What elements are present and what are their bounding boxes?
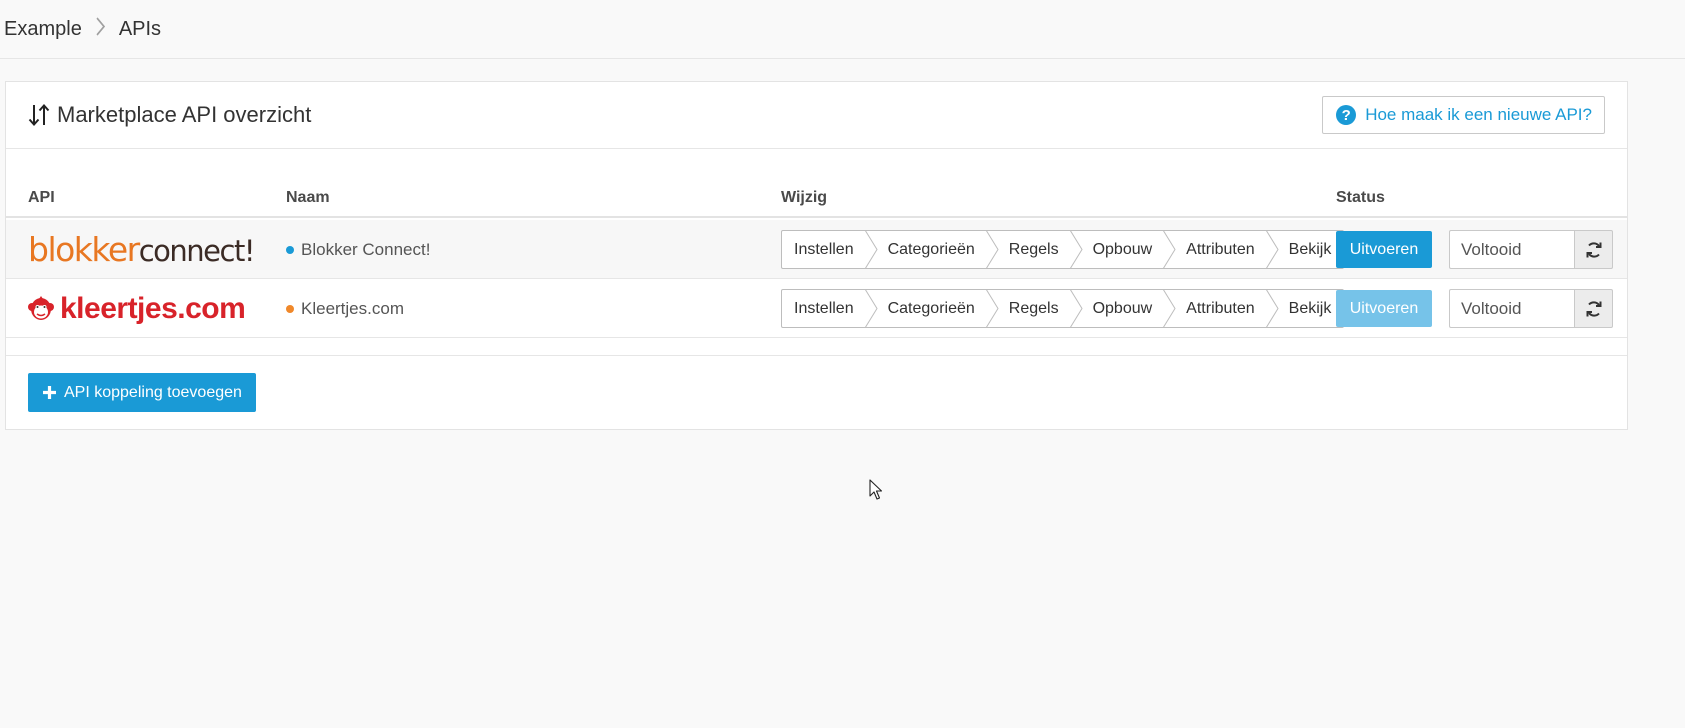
status-cell — [1449, 220, 1613, 279]
status-cell — [1449, 279, 1613, 338]
step-categorieen[interactable]: Categorieën — [866, 290, 999, 327]
wizard-steps: Instellen Categorieën Regels Opbouw Attr… — [781, 279, 1345, 338]
step-opbouw[interactable]: Opbouw — [1071, 290, 1176, 327]
step-instellen[interactable]: Instellen — [782, 290, 878, 327]
step-label: Attributen — [1186, 240, 1255, 258]
column-header-naam: Naam — [286, 189, 330, 206]
step-regels[interactable]: Regels — [987, 290, 1083, 327]
api-name-cell: Kleertjes.com — [286, 279, 404, 338]
step-label: Categorieën — [887, 299, 975, 317]
run-cell: Uitvoeren — [1336, 279, 1432, 338]
step-instellen[interactable]: Instellen — [782, 231, 878, 268]
api-logo-blokker: blokkerconnect! — [28, 220, 256, 279]
step-label: Opbouw — [1092, 299, 1153, 317]
table-header: API Naam Wijzig Status — [6, 187, 1627, 218]
breadcrumb-item-example[interactable]: Example — [4, 18, 82, 41]
step-label: Attributen — [1186, 299, 1255, 317]
monkey-logo-icon — [28, 295, 54, 320]
status-dot-icon — [286, 304, 294, 313]
table-row: kleertjes.com Kleertjes.com Instellen Ca… — [6, 279, 1627, 338]
step-chevron-icon — [1069, 231, 1083, 268]
step-label: Instellen — [794, 299, 854, 317]
step-opbouw[interactable]: Opbouw — [1071, 231, 1176, 268]
panel-divider — [6, 355, 1627, 356]
column-header-wijzig: Wijzig — [781, 189, 828, 206]
breadcrumb: Example APIs — [0, 0, 1685, 59]
step-chevron-icon — [985, 290, 999, 327]
logo-text: connect! — [138, 234, 256, 268]
step-chevron-icon — [1265, 290, 1279, 327]
status-dot-icon — [286, 245, 294, 254]
panel-title-text: Marketplace API overzicht — [57, 102, 312, 127]
step-categorieen[interactable]: Categorieën — [866, 231, 999, 268]
step-label: Bekijk — [1288, 240, 1332, 258]
run-button[interactable]: Uitvoeren — [1336, 290, 1432, 327]
step-label: Regels — [1008, 299, 1059, 317]
add-api-label: API koppeling toevoegen — [64, 383, 242, 401]
sort-arrows-icon — [28, 103, 50, 127]
step-label: Categorieën — [887, 240, 975, 258]
plus-icon — [43, 386, 56, 399]
step-chevron-icon — [1265, 231, 1279, 268]
add-api-button[interactable]: API koppeling toevoegen — [28, 373, 256, 412]
status-field[interactable] — [1449, 289, 1574, 328]
step-chevron-icon — [1163, 290, 1176, 327]
table-row: blokkerconnect! Blokker Connect! Instell… — [6, 220, 1627, 279]
step-chevron-icon — [985, 231, 999, 268]
step-chevron-icon — [1069, 290, 1083, 327]
refresh-button[interactable] — [1574, 289, 1613, 328]
help-button-label: Hoe maak ik een nieuwe API? — [1365, 105, 1592, 124]
api-logo-kleertjes: kleertjes.com — [28, 279, 246, 338]
refresh-button[interactable] — [1574, 230, 1613, 269]
step-chevron-icon — [864, 290, 878, 327]
step-label: Regels — [1008, 240, 1059, 258]
api-overview-panel: Marketplace API overzicht ? Hoe maak ik … — [5, 81, 1628, 430]
step-label: Opbouw — [1092, 240, 1153, 258]
run-cell: Uitvoeren — [1336, 220, 1432, 279]
panel-header: Marketplace API overzicht ? Hoe maak ik … — [6, 82, 1627, 149]
run-button[interactable]: Uitvoeren — [1336, 231, 1432, 268]
chevron-right-icon — [96, 16, 105, 41]
api-name: Blokker Connect! — [301, 239, 431, 259]
step-attributen[interactable]: Attributen — [1164, 231, 1279, 268]
column-header-api: API — [28, 189, 55, 206]
question-circle-icon: ? — [1336, 105, 1357, 125]
api-name-cell: Blokker Connect! — [286, 220, 430, 279]
help-new-api-button[interactable]: ? Hoe maak ik een nieuwe API? — [1322, 96, 1605, 134]
wizard-steps: Instellen Categorieën Regels Opbouw Attr… — [781, 220, 1345, 279]
mouse-cursor-icon — [869, 479, 883, 500]
step-attributen[interactable]: Attributen — [1164, 290, 1279, 327]
step-label: Bekijk — [1288, 299, 1332, 317]
step-chevron-icon — [1163, 231, 1176, 268]
logo-text: blokker — [28, 230, 140, 269]
column-header-status: Status — [1336, 189, 1385, 206]
step-regels[interactable]: Regels — [987, 231, 1083, 268]
page-title: Marketplace API overzicht — [28, 102, 311, 128]
breadcrumb-item-apis: APIs — [118, 17, 162, 40]
step-label: Instellen — [794, 240, 854, 258]
refresh-icon — [1586, 300, 1601, 317]
logo-text: kleertjes.com — [60, 291, 246, 325]
status-field[interactable] — [1449, 230, 1574, 269]
api-name: Kleertjes.com — [301, 298, 404, 318]
step-chevron-icon — [864, 231, 878, 268]
refresh-icon — [1586, 241, 1601, 258]
